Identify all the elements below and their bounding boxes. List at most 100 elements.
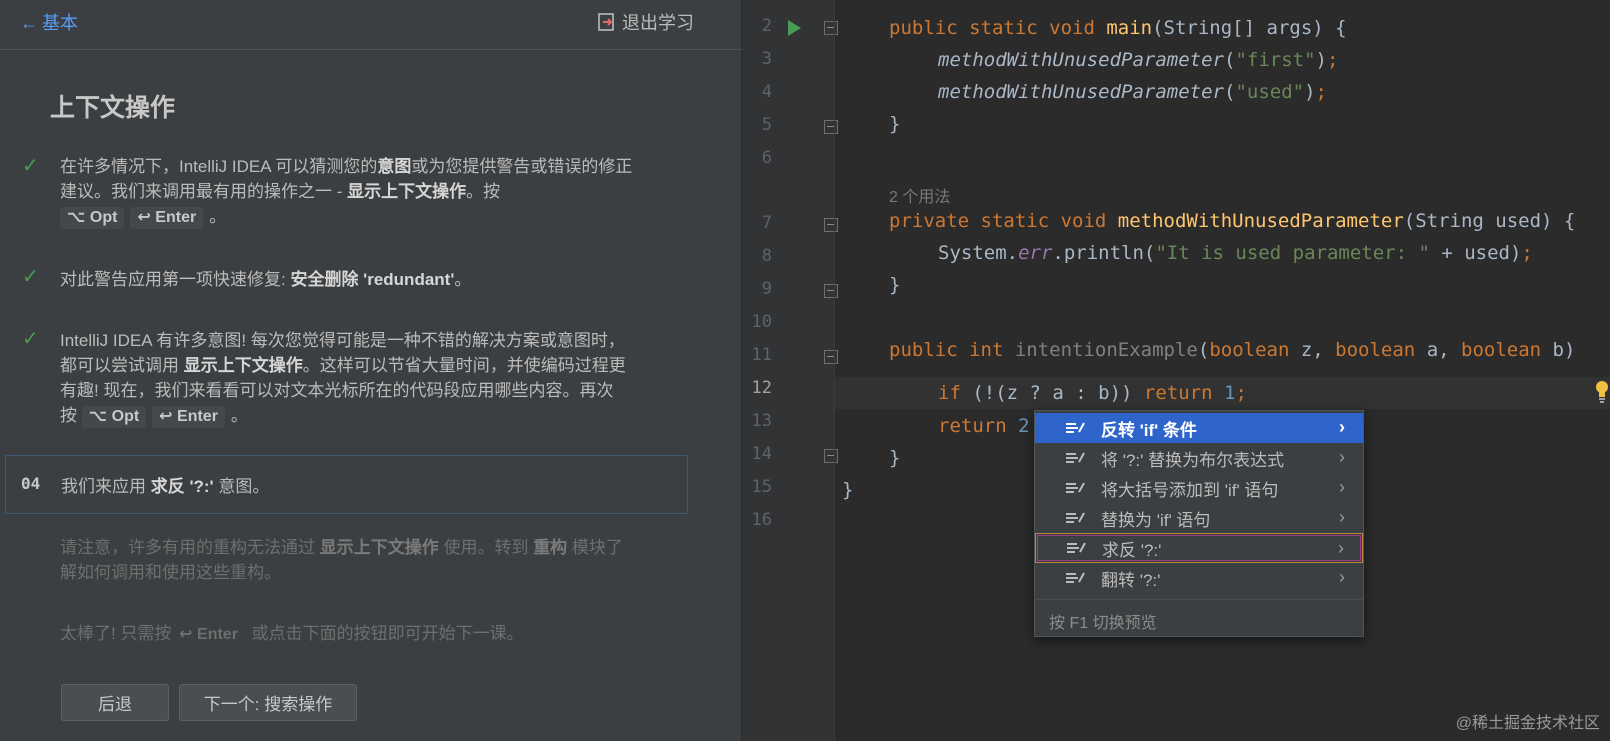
step-1-text: 在许多情况下，IntelliJ IDEA 可以猜测您的意图或为您提供警告或错误的… [60, 154, 680, 229]
step-text: 。这样可以节省大量时间，并使编码过程更 [302, 356, 626, 375]
line-number: 5 [761, 115, 772, 135]
code-token: methodWithUnusedParameter [938, 81, 1224, 103]
note-next-lesson: 太棒了! 只需按 ↩ Enter 或点击下面的按钮即可开始下一课。 [60, 621, 680, 646]
code-token: methodWithUnusedParameter [938, 49, 1224, 71]
code-line[interactable]: methodWithUnusedParameter("used"); [938, 76, 1327, 108]
intention-item-replace-with-if[interactable]: 替换为 'if' 语句 › [1035, 503, 1363, 533]
code-line[interactable]: } [889, 269, 900, 301]
code-line[interactable]: } [889, 442, 900, 474]
step-text: 。 [454, 270, 472, 289]
chevron-right-icon: › [1339, 417, 1345, 437]
code-token: ; [1315, 81, 1327, 103]
kbd-opt: ⌥ Opt [60, 207, 125, 229]
note-refactoring: 请注意，许多有用的重构无法通过 显示上下文操作 使用。转到 重构 模块了 解如何… [60, 535, 680, 585]
fold-gutter-divider [834, 0, 835, 741]
chevron-right-icon: › [1339, 447, 1345, 467]
current-step-box: 04 我们来应用 求反 '?:' 意图。 [5, 455, 688, 514]
intention-label: 翻转 '?:' [1101, 570, 1161, 590]
code-line[interactable]: methodWithUnusedParameter("first"); [938, 44, 1338, 76]
code-token: 2 [1018, 415, 1030, 437]
fold-marker-icon[interactable] [824, 218, 838, 232]
chevron-right-icon: › [1339, 477, 1345, 497]
step-bold: 显示上下文操作 [347, 182, 467, 201]
next-lesson-button[interactable]: 下一个: 搜索操作 [179, 684, 357, 721]
code-line[interactable]: } [842, 474, 853, 506]
code-token: err [1018, 242, 1053, 264]
note-bold: 显示上下文操作 [319, 538, 439, 557]
step-text: 意图。 [213, 477, 270, 496]
code-token: .println( [1052, 242, 1156, 264]
code-token: boolean [1335, 339, 1416, 361]
line-number-current: 12 [751, 378, 772, 398]
code-token: "It is used parameter: " [1155, 242, 1430, 264]
code-token: private static void [889, 210, 1118, 232]
code-line[interactable]: public int intentionExample(boolean z, b… [889, 334, 1575, 366]
fold-marker-icon[interactable] [824, 284, 838, 298]
intention-item-invert-if[interactable]: 反转 'if' 条件 › [1035, 413, 1363, 443]
lightbulb-icon[interactable] [1595, 379, 1609, 405]
note-text: 模块了 [567, 538, 623, 557]
line-number: 16 [751, 510, 772, 530]
code-line[interactable]: System.err.println("It is used parameter… [938, 237, 1533, 269]
exit-icon [598, 13, 614, 31]
intention-label: 将大括号添加到 'if' 语句 [1101, 480, 1279, 500]
step-text: 有趣! 现在，我们来看看可以对文本光标所在的代码段应用哪些内容。再次 [60, 381, 614, 400]
intention-bulb-icon [1066, 482, 1085, 493]
step-text: 或为您提供警告或错误的修正 [411, 157, 633, 176]
line-number: 14 [751, 444, 772, 464]
fold-marker-icon[interactable] [824, 120, 838, 134]
intention-item-replace-boolean[interactable]: 将 '?:' 替换为布尔表达式 › [1035, 443, 1363, 473]
line-number: 8 [761, 246, 772, 266]
step-text: IntelliJ IDEA 有许多意图! 每次您觉得可能是一种不错的解决方案或意… [60, 331, 625, 350]
back-button[interactable]: 后退 [61, 684, 169, 721]
chevron-right-icon: › [1339, 507, 1345, 527]
code-token: ; [1326, 49, 1339, 71]
intention-item-add-braces[interactable]: 将大括号添加到 'if' 语句 › [1035, 473, 1363, 503]
intention-item-flip-ternary[interactable]: 翻转 '?:' › [1035, 563, 1363, 593]
code-line[interactable]: } [889, 108, 900, 140]
line-number: 15 [751, 477, 772, 497]
fold-marker-icon[interactable] [824, 21, 838, 35]
code-token: b) [1541, 339, 1576, 361]
step-text: 都可以尝试调用 [60, 356, 184, 375]
usages-hint[interactable]: 2 个用法 [889, 183, 950, 207]
line-number-gutter[interactable]: 2 3 4 5 6 7 8 9 10 11 12 13 14 15 16 [742, 0, 838, 741]
arrow-left-icon: ← [20, 13, 38, 33]
code-token: "used" [1235, 81, 1305, 103]
check-icon: ✓ [22, 328, 39, 350]
intention-bulb-icon [1066, 422, 1085, 433]
code-token: ; [1235, 382, 1247, 404]
step-text: 。 [230, 406, 248, 425]
note-bold: 重构 [533, 538, 568, 557]
step-bold: 安全删除 'redundant' [290, 270, 455, 289]
chevron-right-icon: › [1338, 538, 1344, 558]
code-token: + used) [1429, 242, 1522, 264]
back-to-basics-link[interactable]: ← 基本 [20, 9, 78, 35]
line-number: 10 [751, 312, 772, 332]
step-bold: 意图 [377, 157, 412, 176]
code-token: if [938, 382, 961, 404]
line-number: 2 [761, 16, 772, 36]
popup-footer-hint: 按 F1 切换预览 [1035, 599, 1363, 636]
fold-marker-icon[interactable] [824, 350, 838, 364]
intention-item-negate-ternary[interactable]: 求反 '?:' › [1035, 533, 1363, 563]
code-token: main [1106, 17, 1153, 39]
code-line[interactable]: private static void methodWithUnusedPara… [889, 205, 1575, 237]
kbd-enter: ↩ Enter [130, 207, 204, 229]
step-text: 在许多情况下，IntelliJ IDEA 可以猜测您的 [60, 157, 378, 176]
run-icon[interactable] [788, 20, 801, 36]
code-token: methodWithUnusedParameter [1117, 210, 1404, 232]
code-line[interactable]: public static void main(String[] args) { [889, 12, 1347, 44]
exit-learning-button[interactable]: 退出学习 [597, 9, 694, 35]
code-token: boolean [1461, 339, 1542, 361]
fold-marker-icon[interactable] [824, 449, 838, 463]
back-link-label: 基本 [42, 13, 78, 33]
code-token: a, [1415, 339, 1462, 361]
step-3-text: IntelliJ IDEA 有许多意图! 每次您觉得可能是一种不错的解决方案或意… [60, 328, 680, 428]
step-text: 建议。我们来调用最有用的操作之一 - [60, 182, 348, 201]
code-token: System. [938, 242, 1019, 264]
code-line-current[interactable]: if (!(z ? a : b)) return 1; [938, 377, 1247, 409]
intention-actions-popup: 反转 'if' 条件 › 将 '?:' 替换为布尔表达式 › 将大括号添加到 '… [1034, 410, 1364, 637]
code-line[interactable]: return 2 [938, 410, 1030, 442]
step-text: 我们来应用 [61, 477, 151, 496]
